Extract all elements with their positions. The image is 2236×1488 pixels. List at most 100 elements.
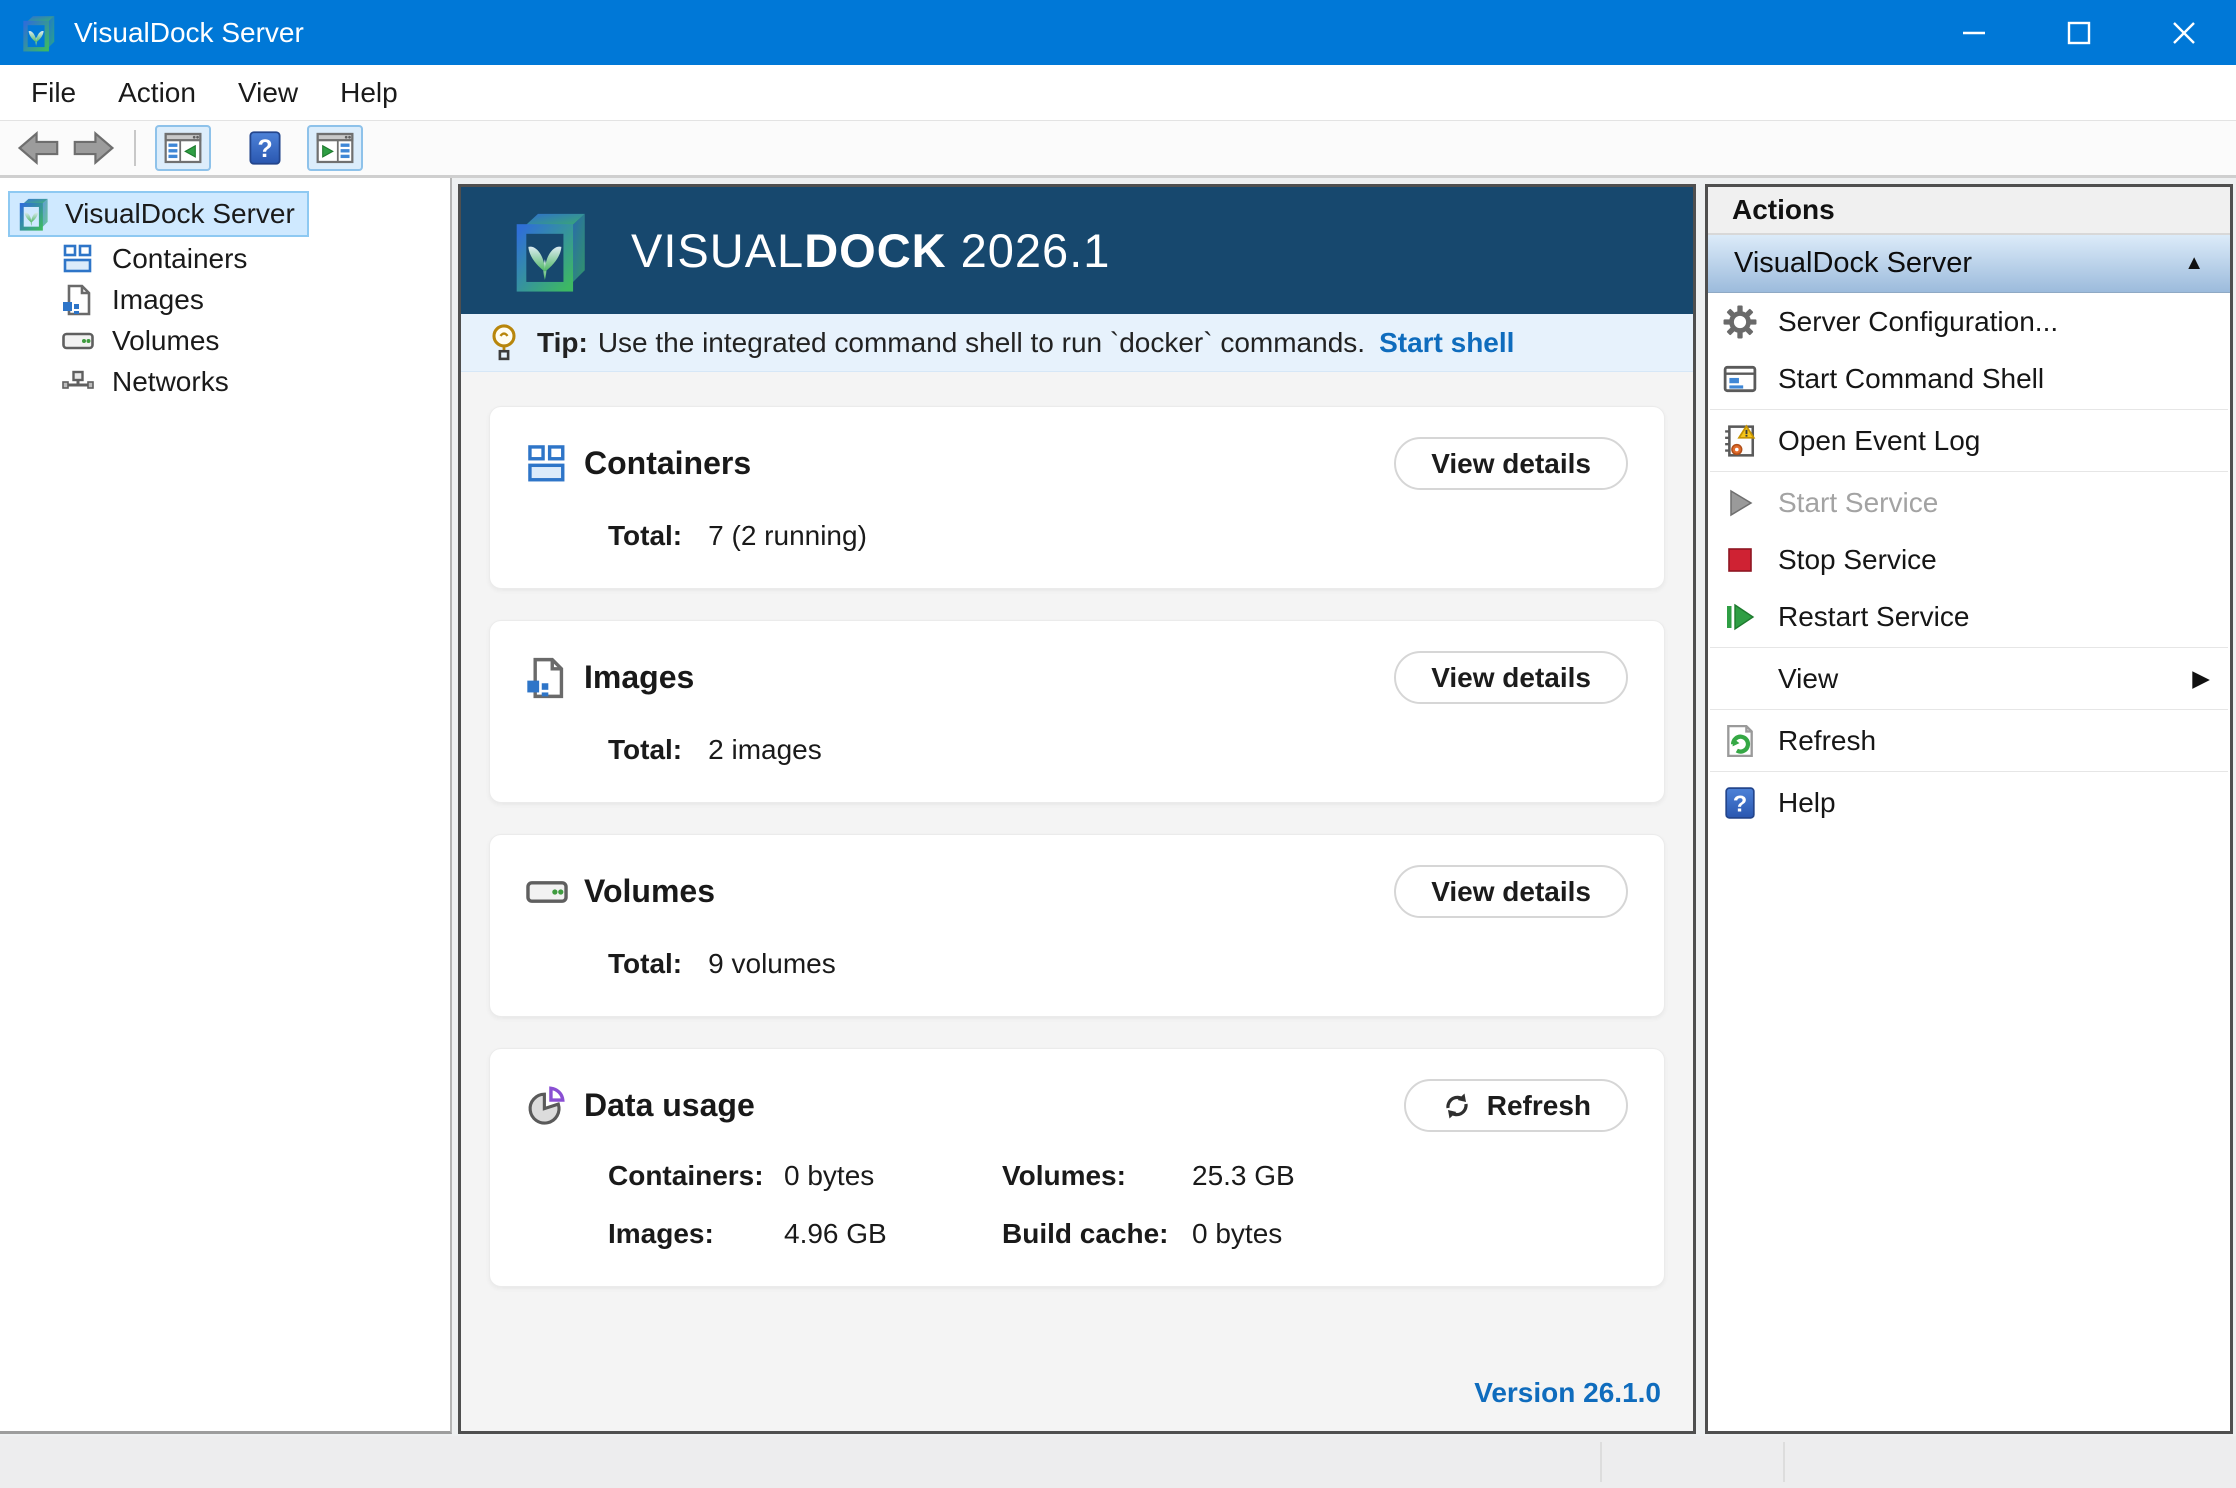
tree-item-label: Containers [112,243,247,275]
volumes-icon [62,325,94,357]
containers-card: Containers View details Total: 7 (2 runn… [489,406,1665,589]
usage-label: Containers: [608,1160,784,1192]
tree-item-networks[interactable]: Networks [0,361,450,402]
separator [1710,409,2228,410]
menu-bar: File Action View Help [0,65,2236,121]
toolbar [0,121,2236,178]
containers-icon [62,243,94,275]
maximize-icon [2064,18,2094,48]
refresh-usage-button[interactable]: Refresh [1404,1079,1628,1132]
action-start-command-shell[interactable]: Start Command Shell [1708,350,2230,407]
usage-value: 0 bytes [784,1160,1002,1192]
forward-arrow-icon [71,131,115,165]
menu-action[interactable]: Action [97,77,217,109]
tip-text: Use the integrated command shell to run … [598,327,1365,359]
brand-banner: VISUALDOCK 2026.1 [461,187,1693,314]
status-divider [1783,1442,1785,1482]
show-action-pane-button[interactable] [307,125,363,171]
start-icon [1722,485,1758,521]
tree-item-containers[interactable]: Containers [0,238,450,279]
console-window-icon [1722,361,1758,397]
toolbar-help-button[interactable] [247,128,283,168]
action-start-service: Start Service [1708,474,2230,531]
usage-value: 0 bytes [1192,1218,1628,1250]
tree-item-images[interactable]: Images [0,279,450,320]
back-arrow-icon [17,131,61,165]
tree-item-root[interactable]: VisualDock Server [0,190,450,238]
stop-icon [1722,542,1758,578]
actions-pane-title: Actions [1708,187,2230,235]
actions-group-header[interactable]: VisualDock Server ▲ [1708,235,2230,293]
separator [1710,709,2228,710]
lightbulb-icon [487,323,521,363]
card-title: Volumes [584,873,715,910]
banner-brand-bold: DOCK [804,224,946,277]
help-icon [247,128,283,168]
action-open-event-log[interactable]: Open Event Log [1708,412,2230,469]
card-title: Containers [584,445,751,482]
usage-label: Images: [608,1218,784,1250]
images-icon [62,284,94,316]
window-title: VisualDock Server [74,17,304,49]
show-console-tree-button[interactable] [155,125,211,171]
start-shell-link[interactable]: Start shell [1379,327,1514,359]
menu-help[interactable]: Help [319,77,419,109]
action-refresh[interactable]: Refresh [1708,712,2230,769]
banner-brand-light: VISUAL [631,224,804,277]
actions-group-label: VisualDock Server [1734,247,1972,280]
action-label: Restart Service [1778,601,1969,633]
tree-item-label: Volumes [112,325,219,357]
images-icon [526,657,568,699]
status-bar [0,1436,2236,1488]
forward-button[interactable] [71,131,115,165]
console-tree-panel: VisualDock Server Containers Images Volu… [0,178,452,1434]
total-label: Total: [608,948,682,980]
usage-label: Volumes: [1002,1160,1192,1192]
total-value: 7 (2 running) [708,520,867,552]
close-button[interactable] [2131,0,2236,65]
action-help[interactable]: Help [1708,774,2230,831]
total-label: Total: [608,734,682,766]
tip-label: Tip: [537,327,588,359]
tree-root-label: VisualDock Server [65,198,295,230]
images-card: Images View details Total: 2 images [489,620,1665,803]
close-icon [2169,18,2199,48]
back-button[interactable] [17,131,61,165]
tree-root-selection: VisualDock Server [8,191,309,237]
containers-icon [526,443,568,485]
total-label: Total: [608,520,682,552]
refresh-icon [1722,723,1758,759]
data-usage-card: Data usage Refresh Containers: 0 bytes V… [489,1048,1665,1287]
version-text: Version 26.1.0 [1474,1377,1661,1409]
tree-item-volumes[interactable]: Volumes [0,320,450,361]
maximize-button[interactable] [2026,0,2131,65]
banner-version: 2026.1 [961,224,1111,277]
toolbar-separator [134,130,136,166]
menu-view[interactable]: View [217,77,319,109]
visualdock-logo-icon [505,207,593,295]
separator [1710,647,2228,648]
usage-stats: Containers: 0 bytes Volumes: 25.3 GB Ima… [608,1160,1628,1250]
action-view[interactable]: View ▶ [1708,650,2230,707]
containers-view-details-button[interactable]: View details [1394,437,1628,490]
banner-title: VISUALDOCK 2026.1 [631,223,1110,278]
pie-chart-icon [526,1085,568,1127]
separator [1710,471,2228,472]
minimize-button[interactable] [1921,0,2026,65]
action-stop-service[interactable]: Stop Service [1708,531,2230,588]
card-title: Images [584,659,694,696]
restart-icon [1722,599,1758,635]
action-server-configuration[interactable]: Server Configuration... [1708,293,2230,350]
collapse-icon[interactable]: ▲ [2184,252,2204,275]
networks-icon [62,366,94,398]
action-restart-service[interactable]: Restart Service [1708,588,2230,645]
menu-file[interactable]: File [10,77,97,109]
refresh-icon [1441,1090,1473,1122]
volumes-view-details-button[interactable]: View details [1394,865,1628,918]
status-divider [1600,1442,1602,1482]
tip-bar: Tip: Use the integrated command shell to… [461,314,1693,372]
window-controls [1921,0,2236,65]
images-view-details-button[interactable]: View details [1394,651,1628,704]
actions-panel: Actions VisualDock Server ▲ Server Confi… [1705,184,2233,1434]
volumes-card: Volumes View details Total: 9 volumes [489,834,1665,1017]
